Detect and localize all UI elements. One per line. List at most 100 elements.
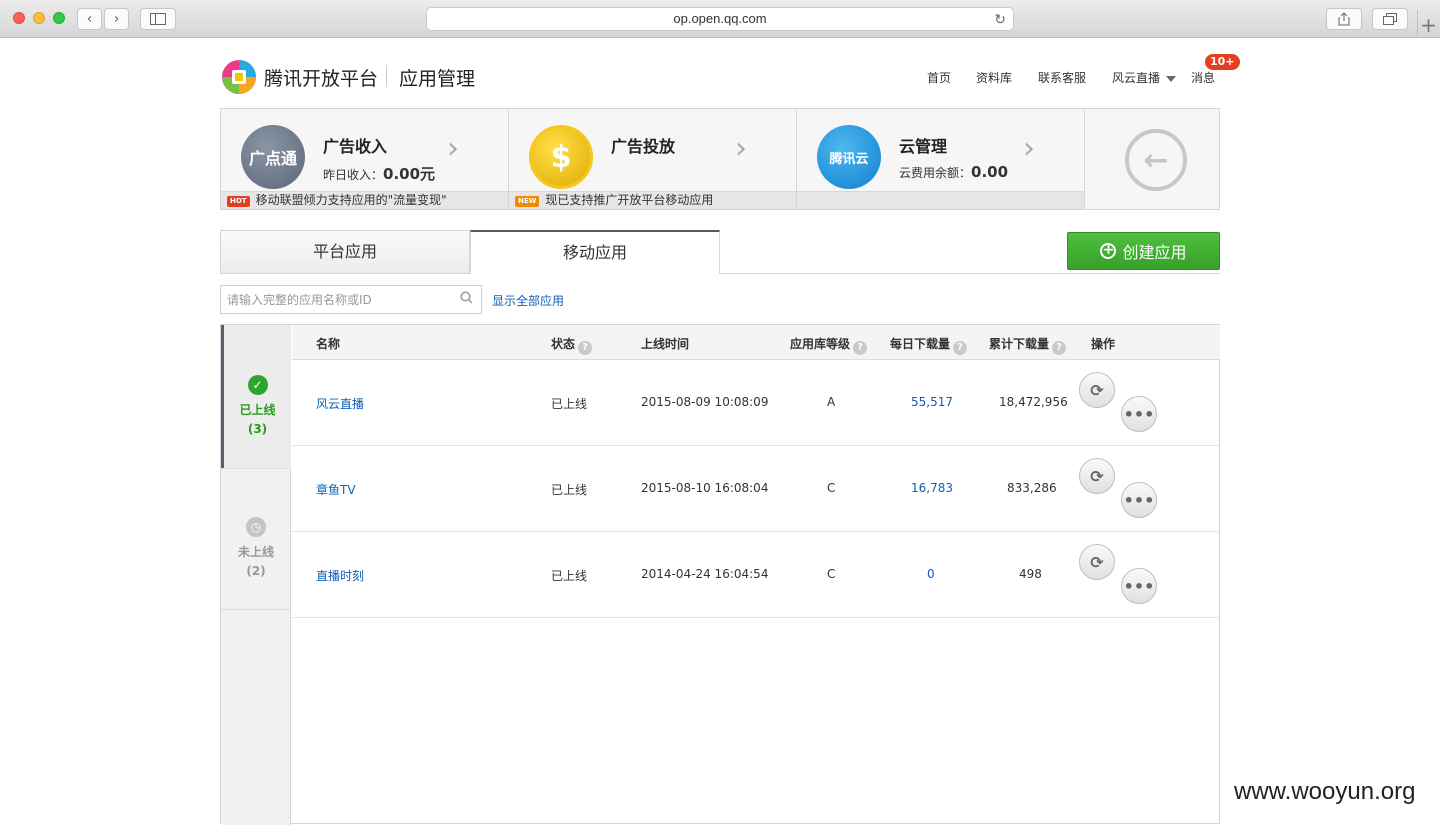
sidebar-toggle-button[interactable]: [140, 8, 176, 30]
help-icon[interactable]: ?: [578, 341, 593, 355]
forward-button[interactable]: ›: [104, 8, 129, 30]
col-total: 累计下载量?: [989, 335, 1067, 355]
refresh-icon[interactable]: ⟳: [1079, 544, 1115, 580]
promo-sub: 云费用余额：0.00: [899, 163, 1009, 181]
col-ops: 操作: [1091, 337, 1116, 351]
search-icon[interactable]: [460, 291, 473, 304]
tabs-overview-button[interactable]: [1372, 8, 1408, 30]
more-icon[interactable]: •••: [1121, 482, 1157, 518]
app-name-link[interactable]: 风云直播: [316, 395, 364, 412]
nav-support[interactable]: 联系客服: [1038, 69, 1086, 86]
app-online-time: 2015-08-10 16:08:04: [641, 481, 769, 495]
back-button[interactable]: ‹: [77, 8, 102, 30]
sidebar-item-offline[interactable]: ◷ 未上线 (2): [221, 468, 291, 610]
browser-toolbar: ‹ › op.open.qq.com ↻ +: [0, 0, 1440, 38]
app-total-downloads: 18,472,956: [999, 395, 1068, 409]
new-tag: NEW: [515, 196, 540, 207]
sidebar-item-count: (3): [247, 422, 268, 436]
user-name: 风云直播: [1112, 71, 1161, 85]
col-grade: 应用库等级?: [790, 335, 868, 355]
table-row: 直播时刻 已上线 2014-04-24 16:04:54 C 0 498 ⟳ •…: [292, 532, 1220, 618]
sidebar-item-online[interactable]: ✓ 已上线 (3): [221, 325, 291, 468]
page-title: 应用管理: [399, 68, 476, 90]
promo-footer[interactable]: HOT 移动联盟倾力支持应用的"流量变现": [221, 191, 508, 209]
promo-footer[interactable]: NEW 现已支持推广开放平台移动应用: [509, 191, 796, 209]
share-icon: [1338, 12, 1350, 26]
help-icon[interactable]: ?: [953, 341, 968, 355]
table-header: 名称 状态? 上线时间 应用库等级? 每日下载量? 累计下载量? 操作: [292, 325, 1220, 360]
search-input[interactable]: [221, 286, 451, 313]
nav-docs[interactable]: 资料库: [976, 69, 1012, 86]
app-name-link[interactable]: 直播时刻: [316, 567, 364, 584]
more-icon[interactable]: •••: [1121, 396, 1157, 432]
clock-icon: ◷: [246, 517, 266, 537]
app-daily-downloads[interactable]: 55,517: [911, 395, 953, 409]
arrow-left-circle-icon[interactable]: ←: [1125, 129, 1187, 191]
reload-icon[interactable]: ↻: [994, 8, 1006, 30]
brand-name[interactable]: 腾讯开放平台: [264, 64, 378, 91]
show-all-apps-link[interactable]: 显示全部应用: [492, 292, 564, 309]
app-grade: A: [827, 395, 836, 409]
promo-ad-placement[interactable]: $ 广告投放 › NEW 现已支持推广开放平台移动应用: [509, 109, 797, 209]
promo-ad-income[interactable]: 广点通 广告收入 昨日收入：0.00元 › HOT 移动联盟倾力支持应用的"流量变…: [221, 109, 509, 209]
col-name: 名称: [316, 337, 341, 351]
promo-sub: 昨日收入：0.00元: [323, 165, 436, 183]
help-icon[interactable]: ?: [1052, 341, 1067, 355]
zoom-window-button[interactable]: [53, 12, 65, 24]
refresh-icon[interactable]: ⟳: [1079, 458, 1115, 494]
app-status: 已上线: [551, 569, 588, 583]
nav-messages[interactable]: 消息: [1191, 69, 1215, 86]
sidebar-item-count: (2): [246, 564, 266, 578]
dollar-coin-icon: $: [529, 125, 593, 189]
table-row: 风云直播 已上线 2015-08-09 10:08:09 A 55,517 18…: [292, 360, 1220, 446]
plus-circle-icon: +: [1100, 243, 1117, 259]
hot-tag: HOT: [227, 196, 250, 207]
caret-down-icon: [1166, 75, 1177, 82]
col-time: 上线时间: [641, 337, 690, 351]
tab-platform-apps[interactable]: 平台应用: [220, 230, 470, 274]
create-app-button[interactable]: + 创建应用: [1067, 232, 1220, 270]
sidebar-item-label: 未上线: [237, 545, 274, 559]
app-total-downloads: 498: [1019, 567, 1042, 581]
col-daily: 每日下载量?: [890, 335, 968, 355]
status-sidebar: ✓ 已上线 (3) ◷ 未上线 (2): [221, 325, 291, 825]
app-total-downloads: 833,286: [1007, 481, 1057, 495]
close-window-button[interactable]: [13, 12, 25, 24]
header-divider: [386, 65, 387, 87]
refresh-icon[interactable]: ⟳: [1079, 372, 1115, 408]
promo-title: 广告投放: [611, 137, 676, 156]
promo-footer-empty: [797, 191, 1084, 209]
tab-mobile-apps[interactable]: 移动应用: [470, 230, 720, 274]
minimize-window-button[interactable]: [33, 12, 45, 24]
address-bar[interactable]: op.open.qq.com ↻: [426, 7, 1014, 31]
chevron-left-icon: ‹: [86, 11, 93, 27]
url-text: op.open.qq.com: [673, 11, 767, 26]
promo-title: 广告收入: [323, 137, 388, 156]
app-list-panel: ✓ 已上线 (3) ◷ 未上线 (2) 名称 状态? 上线时间 应用库等级? 每…: [220, 324, 1220, 825]
tencent-cloud-icon: 腾讯云: [817, 125, 881, 189]
table-row: 章鱼TV 已上线 2015-08-10 16:08:04 C 16,783 83…: [292, 446, 1220, 532]
app-search: [220, 285, 482, 314]
guangdiantong-icon: 广点通: [241, 125, 305, 189]
sidebar-icon: [150, 13, 166, 25]
app-grade: C: [827, 481, 836, 495]
new-tab-button[interactable]: +: [1417, 10, 1439, 38]
more-icon[interactable]: •••: [1121, 568, 1157, 604]
app-online-time: 2014-04-24 16:04:54: [641, 567, 769, 581]
user-menu[interactable]: 风云直播: [1112, 69, 1177, 86]
chevron-right-icon: ›: [735, 131, 747, 166]
app-name-link[interactable]: 章鱼TV: [316, 481, 356, 498]
app-daily-downloads[interactable]: 0: [927, 567, 935, 581]
promo-cloud[interactable]: 腾讯云 云管理 云费用余额：0.00 ›: [797, 109, 1085, 209]
share-button[interactable]: [1326, 8, 1362, 30]
nav-home[interactable]: 首页: [927, 69, 951, 86]
app-status: 已上线: [551, 397, 588, 411]
app-status: 已上线: [551, 483, 588, 497]
promo-strip: 广点通 广告收入 昨日收入：0.00元 › HOT 移动联盟倾力支持应用的"流量变…: [220, 108, 1220, 210]
chevron-right-icon: ›: [447, 131, 459, 166]
help-icon[interactable]: ?: [853, 341, 868, 355]
tabs-icon: [1383, 13, 1397, 25]
app-daily-downloads[interactable]: 16,783: [911, 481, 953, 495]
promo-title: 云管理: [899, 137, 948, 156]
messages-badge: 10+: [1205, 54, 1240, 70]
